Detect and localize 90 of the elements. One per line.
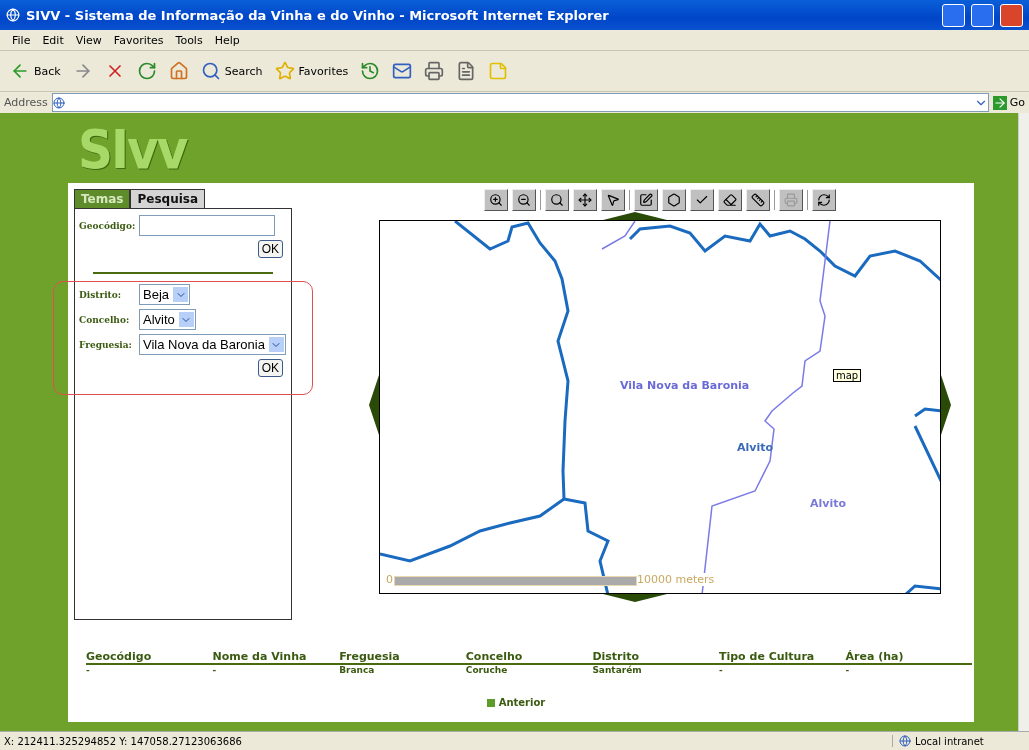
mail-icon [392, 61, 413, 81]
home-icon [168, 61, 189, 81]
globe-icon [899, 735, 911, 747]
zone-indicator: Local intranet [892, 735, 1029, 747]
column-header: Distrito [592, 650, 719, 665]
menu-item[interactable]: View [71, 33, 106, 47]
menu-item[interactable]: Edit [38, 33, 68, 47]
scale-label: 10000 meters [637, 573, 715, 586]
back-button[interactable]: Back [8, 59, 63, 83]
ok-button[interactable]: OK [257, 240, 283, 258]
select-field[interactable]: Alvito [139, 309, 196, 330]
column-header: Área (ha) [845, 650, 973, 665]
zoom-in-icon [489, 193, 503, 207]
map-tool-button[interactable] [718, 189, 742, 211]
browser-icon [6, 8, 20, 22]
note-icon [488, 61, 509, 81]
place-label: Alvito [737, 441, 774, 454]
geocode-input[interactable] [139, 215, 275, 236]
pan-arrow-icon [369, 375, 379, 435]
status-text: X: 212411.325294852 Y: 147058.27123063686 [3, 735, 243, 747]
field-label: Freguesia: [79, 339, 133, 350]
zoom-box-icon [550, 193, 564, 207]
print-icon [424, 61, 445, 81]
table-cell-text: - [718, 665, 724, 675]
field-label: Distrito: [79, 289, 123, 300]
search-button[interactable]: Search [198, 59, 265, 83]
tab[interactable]: Pesquisa [130, 189, 206, 208]
menu-item[interactable]: File [8, 33, 35, 47]
address-field[interactable] [51, 93, 989, 112]
place-label: Vila Nova da Baronia [620, 379, 750, 392]
place-label: Alvito [810, 497, 847, 510]
logo: SIvv [77, 121, 187, 179]
map[interactable]: map Vila Nova da Baronia Alvito Alvito 0 10000 meters [379, 220, 941, 594]
pan-arrow-icon [603, 212, 667, 220]
zoom-out-icon [517, 193, 531, 207]
map-tool-button[interactable] [690, 189, 714, 211]
ok-button[interactable]: OK [257, 359, 283, 377]
map-tool-button[interactable] [634, 189, 658, 211]
polygon-icon [667, 193, 681, 207]
table-cell-text: - [86, 665, 91, 675]
menu-item[interactable]: Favorites [109, 33, 168, 47]
field-label: Concelho: [79, 314, 131, 325]
search-icon [200, 61, 221, 81]
previous-link[interactable]: Anterior [486, 697, 546, 708]
scale-label: 0 [386, 573, 393, 586]
refresh-icon [817, 193, 831, 207]
check-icon [695, 193, 709, 207]
scrollbar[interactable] [1018, 113, 1029, 731]
select-field[interactable]: Vila Nova da Baronia [139, 334, 286, 355]
table-cell-text: Branca [339, 665, 376, 675]
close-button[interactable] [1000, 3, 1023, 27]
tooltip: map [833, 369, 862, 382]
pan-arrow-icon [603, 594, 667, 602]
map-tool-button[interactable] [512, 189, 536, 211]
table-cell-text: - [845, 665, 851, 675]
address-label: Address [4, 96, 48, 109]
ruler-icon [751, 193, 765, 207]
select-field[interactable]: Beja [139, 284, 191, 305]
field-label: Geocódigo: [79, 220, 133, 231]
map-tool-button[interactable] [812, 189, 836, 211]
menu-item[interactable]: Help [210, 33, 244, 47]
page-icon [52, 96, 65, 109]
column-header: Nome da Vinha [212, 650, 340, 665]
go-button[interactable]: Go [992, 95, 1025, 110]
table-cell-text: - [212, 665, 218, 675]
favorites-button[interactable]: Favorites [272, 59, 351, 83]
map-tool-button[interactable] [484, 189, 508, 211]
column-header: Freguesia [339, 650, 466, 665]
map-tool-button[interactable] [573, 189, 597, 211]
history-icon [360, 61, 381, 81]
maximize-button[interactable] [971, 3, 994, 27]
pan-arrow-icon [941, 375, 951, 435]
pan-icon [578, 193, 592, 207]
table-cell-text: Santarém [592, 665, 643, 675]
menu-item[interactable]: Tools [171, 33, 207, 47]
map-tool-button[interactable] [746, 189, 770, 211]
column-header: Geocódigo [86, 650, 213, 665]
map-tool-button[interactable] [545, 189, 569, 211]
column-header: Concelho [465, 650, 593, 665]
minimize-button[interactable] [942, 3, 965, 27]
eraser-icon [723, 193, 737, 207]
map-tool-button[interactable] [662, 189, 686, 211]
column-header: Tipo de Cultura [718, 650, 846, 665]
table-cell-text: Coruche [465, 665, 509, 675]
pointer-icon [606, 193, 620, 207]
window-title: SIVV - Sistema de Informação da Vinha e do Vinho - Microsoft Internet Explorer [26, 7, 610, 23]
print-icon [784, 193, 798, 207]
map-tool-button[interactable] [601, 189, 625, 211]
refresh-icon [136, 61, 157, 81]
favorites-icon [274, 61, 295, 81]
